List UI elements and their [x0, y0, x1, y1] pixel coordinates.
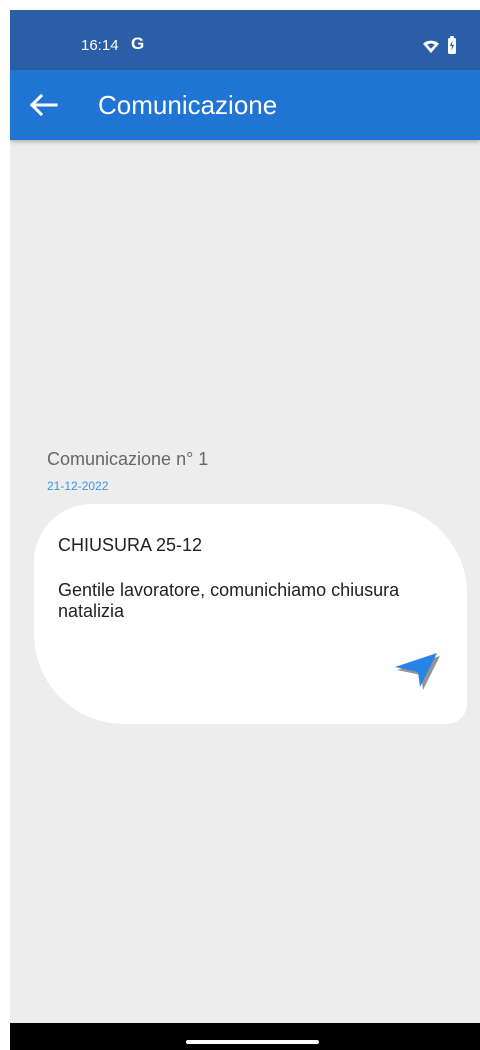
- message-body: Gentile lavoratore, comunichiamo chiusur…: [58, 580, 400, 621]
- app-screen: 16:14 G Comunicazione Comunicazione n° 1…: [10, 10, 480, 1050]
- arrow-left-icon: [29, 93, 58, 117]
- top-app-bar: Comunicazione: [10, 70, 480, 140]
- page-title: Comunicazione: [98, 90, 278, 120]
- back-button[interactable]: [28, 93, 58, 117]
- battery-charging-icon: [448, 36, 456, 54]
- communication-date: 21-12-2022: [47, 479, 109, 493]
- status-bar: 16:14 G: [10, 10, 480, 70]
- system-navigation-bar: [10, 1023, 480, 1050]
- google-icon: G: [131, 34, 145, 53]
- home-indicator[interactable]: [186, 1040, 319, 1044]
- status-time: 16:14: [81, 37, 119, 54]
- send-icon: [395, 653, 440, 690]
- wifi-icon: [423, 40, 439, 53]
- communication-heading: Comunicazione n° 1: [47, 449, 209, 469]
- message-title: CHIUSURA 25-12: [58, 535, 203, 555]
- send-button[interactable]: [393, 648, 443, 692]
- message-card[interactable]: CHIUSURA 25-12 Gentile lavoratore, comun…: [34, 504, 467, 724]
